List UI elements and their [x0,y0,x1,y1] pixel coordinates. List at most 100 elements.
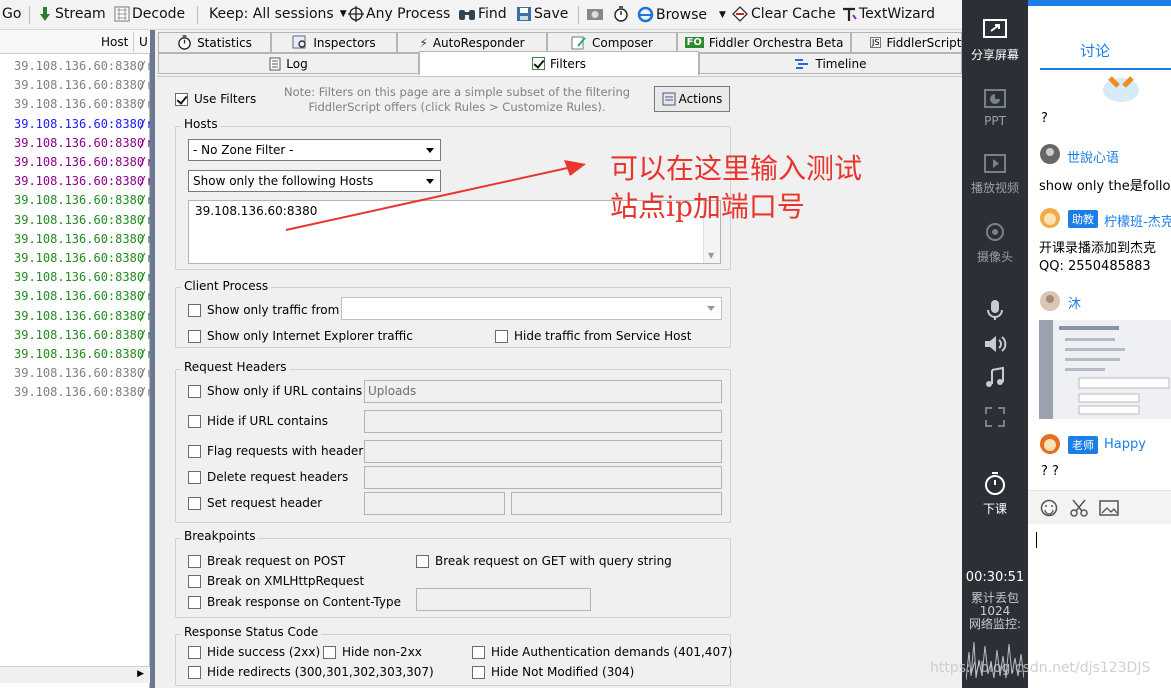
show-only-traffic-from-checkbox[interactable]: Show only traffic from [188,303,339,317]
session-row[interactable]: 39.108.136.60:8380/r [0,230,150,249]
any-process-button[interactable]: Any Process [348,6,450,22]
break-get-checkbox[interactable]: Break request on GET with query string [416,554,672,568]
session-url: /r [139,97,150,112]
actions-button[interactable]: Actions [654,86,730,112]
col-url[interactable]: U [139,35,148,49]
stream-button[interactable]: Stream [37,6,106,22]
process-dropdown[interactable] [341,297,722,320]
chat-username[interactable]: 柠檬班-杰克 [1104,211,1171,230]
break-response-checkbox[interactable]: Break response on Content-Type [188,595,401,609]
session-url: /r [139,347,150,361]
tab-autoresponder[interactable]: ⚡ AutoResponder [397,32,547,53]
session-url: /r [139,327,150,342]
keep-sessions-dropdown[interactable]: Keep: All sessions ▼ [209,6,347,22]
show-url-input[interactable]: Uploads [364,380,722,403]
scroll-down-icon[interactable]: ▼ [708,251,714,260]
session-row[interactable]: 39.108.136.60:8380/r [0,115,150,134]
session-row[interactable]: 39.108.136.60:8380/r [0,191,150,210]
ppt-button[interactable]: PPT [962,88,1028,128]
hide-success-checkbox[interactable]: Hide success (2xx) [188,645,320,659]
timer-button[interactable] [613,6,629,22]
speaker-icon[interactable] [982,332,1008,356]
checkbox-box [188,574,201,588]
scissors-icon[interactable] [1070,499,1088,517]
splitter[interactable] [150,30,155,688]
break-post-checkbox[interactable]: Break request on POST [188,554,345,568]
fullscreen-icon[interactable] [984,406,1006,428]
tab-timeline[interactable]: Timeline [699,53,962,74]
camera-button[interactable]: 摄像头 [962,222,1028,265]
session-row[interactable]: 39.108.136.60:8380/r [0,364,150,383]
set-header-value-input[interactable] [511,492,722,515]
music-icon[interactable] [983,366,1007,390]
decode-button[interactable]: Decode [114,6,185,22]
keep-label: Keep: All sessions [209,6,334,22]
session-row[interactable]: 39.108.136.60:8380/r [0,211,150,230]
tab-composer[interactable]: Composer [547,32,677,53]
session-row[interactable]: 39.108.136.60:8380/r [0,153,150,172]
set-header-checkbox[interactable]: Set request header [188,496,322,510]
log-icon [269,57,281,70]
session-row[interactable]: 39.108.136.60:8380/r [0,383,150,402]
session-row[interactable]: 39.108.136.60:8380/r [0,57,150,76]
show-if-url-contains-checkbox[interactable]: Show only if URL contains [188,384,362,398]
session-row[interactable]: 39.108.136.60:8380/r [0,345,150,364]
col-divider [133,32,134,52]
textwizard-button[interactable]: TextWizard [841,6,935,22]
image-icon[interactable] [1099,499,1119,517]
browse-button[interactable]: Browse ▼ [637,6,726,23]
session-row[interactable]: 39.108.136.60:8380/r [0,307,150,326]
chat-username[interactable]: Happy [1104,437,1146,452]
hide-service-host-checkbox[interactable]: Hide traffic from Service Host [495,329,691,343]
clear-cache-button[interactable]: Clear Cache [731,6,836,22]
filters-checkbox-icon [532,57,545,70]
js-icon: JS [870,37,882,48]
tab-log[interactable]: Log [158,53,419,74]
horizontal-scrollbar[interactable]: ▶ [0,666,150,683]
session-row[interactable]: 39.108.136.60:8380/r [0,172,150,191]
hide-url-input[interactable] [364,410,722,433]
show-ie-traffic-checkbox[interactable]: Show only Internet Explorer traffic [188,329,413,343]
screenshot-button[interactable] [586,6,604,22]
end-class-button[interactable]: 下课 [962,470,1028,517]
hide-not-modified-checkbox[interactable]: Hide Not Modified (304) [472,665,634,679]
delete-headers-checkbox[interactable]: Delete request headers [188,470,348,484]
go-button[interactable]: Go [2,6,21,22]
break-xhr-checkbox[interactable]: Break on XMLHttpRequest [188,574,364,588]
use-filters-checkbox[interactable]: Use Filters [175,92,256,106]
flag-requests-checkbox[interactable]: Flag requests with headers [188,444,370,458]
content-type-input[interactable] [416,588,591,611]
session-row[interactable]: 39.108.136.60:8380/r [0,95,150,114]
session-row[interactable]: 39.108.136.60:8380/r [0,268,150,287]
emoji-icon[interactable] [1040,499,1058,517]
tab-filters[interactable]: Filters [419,51,699,76]
hide-redirects-checkbox[interactable]: Hide redirects (300,301,302,303,307) [188,665,434,679]
flag-headers-input[interactable] [364,440,722,463]
hide-non2xx-checkbox[interactable]: Hide non-2xx [323,645,422,659]
col-host[interactable]: Host [101,35,128,49]
session-row[interactable]: 39.108.136.60:8380/r [0,134,150,153]
chat-username[interactable]: 沐 [1068,293,1081,312]
set-header-name-input[interactable] [364,492,505,515]
share-screen-button[interactable]: 分享屏幕 [962,18,1028,63]
tab-fiddlerscript[interactable]: JS FiddlerScript [851,32,962,53]
screenshot-thumbnail[interactable] [1039,320,1171,419]
session-row[interactable]: 39.108.136.60:8380/r [0,326,150,345]
tab-inspectors[interactable]: Inspectors [271,32,397,53]
session-row[interactable]: 39.108.136.60:8380/r [0,249,150,268]
microphone-icon[interactable] [983,298,1007,322]
hide-auth-checkbox[interactable]: Hide Authentication demands (401,407) [472,645,732,659]
checkbox-box [472,665,485,679]
tab-discussion[interactable]: 讨论 [1080,40,1110,61]
chat-username[interactable]: 世說心语 [1067,147,1119,166]
delete-headers-input[interactable] [364,466,722,489]
session-row[interactable]: 39.108.136.60:8380/r [0,76,150,95]
hide-if-url-contains-checkbox[interactable]: Hide if URL contains [188,414,328,428]
tab-orchestra[interactable]: FO Fiddler Orchestra Beta [677,32,851,53]
tab-statistics[interactable]: Statistics [158,32,271,53]
find-button[interactable]: Find [458,6,507,22]
session-row[interactable]: 39.108.136.60:8380/r [0,287,150,306]
scroll-right-icon[interactable]: ▶ [137,669,144,679]
save-button[interactable]: Save [516,6,568,22]
play-video-button[interactable]: 播放视频 [962,153,1028,196]
